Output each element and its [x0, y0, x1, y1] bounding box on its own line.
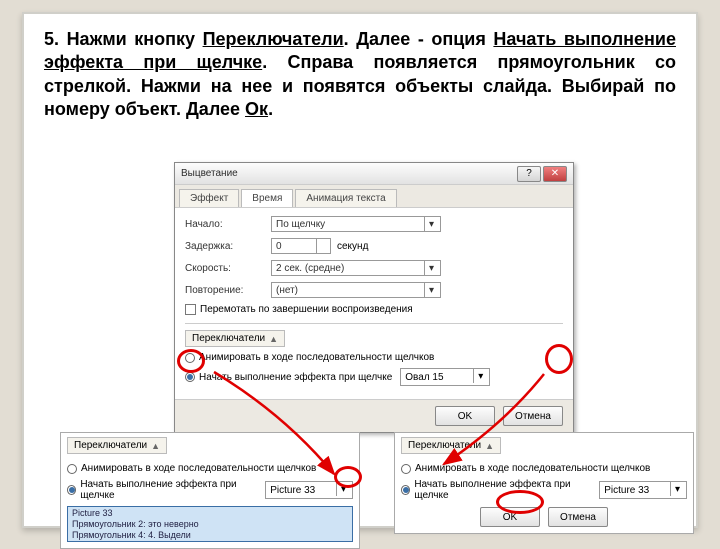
trigger-target-combo[interactable]: Овал 15 ▾	[400, 368, 490, 386]
speed-label: Скорость:	[185, 263, 265, 274]
radio-start-on-click[interactable]: Начать выполнение эффекта при щелчке Pic…	[67, 479, 353, 501]
radio-animate-sequence[interactable]: Анимировать в ходе последовательности ще…	[401, 463, 687, 474]
cancel-button[interactable]: Отмена	[503, 406, 563, 426]
rewind-checkbox-row[interactable]: Перемотать по завершении воспроизведения	[185, 304, 563, 315]
radio-icon	[185, 372, 195, 382]
triggers-snippet-right: Переключатели ▲ Анимировать в ходе после…	[394, 432, 694, 534]
chevron-down-icon: ▾	[424, 283, 438, 297]
repeat-label: Повторение:	[185, 285, 265, 296]
chevron-down-icon: ▾	[473, 369, 487, 383]
checkbox-icon[interactable]	[185, 304, 196, 315]
spinner-buttons-icon	[316, 239, 330, 253]
delay-label: Задержка:	[185, 241, 265, 252]
radio-start-on-click[interactable]: Начать выполнение эффекта при щелчке Ова…	[185, 368, 563, 386]
collapse-icon: ▲	[151, 441, 160, 451]
start-label: Начало:	[185, 219, 265, 230]
radio-icon	[401, 464, 411, 474]
dialog-body: Начало: По щелчку ▾ Задержка: 0 секунд С…	[175, 208, 573, 399]
dialog-titlebar[interactable]: Выцветание ? ✕	[175, 163, 573, 185]
dialog-title: Выцветание	[181, 168, 517, 179]
triggers-button[interactable]: Переключатели ▲	[67, 437, 167, 454]
chevron-down-icon: ▾	[336, 482, 350, 496]
radio-icon	[401, 485, 410, 495]
rewind-label: Перемотать по завершении воспроизведения	[200, 304, 413, 315]
list-item[interactable]: Прямоугольник 4: 4. Выдели	[72, 530, 348, 541]
trigger-target-combo[interactable]: Picture 33 ▾	[599, 481, 687, 499]
tab-text-animation[interactable]: Анимация текста	[295, 189, 396, 207]
radio-start-on-click[interactable]: Начать выполнение эффекта при щелчке Pic…	[401, 479, 687, 501]
delay-unit: секунд	[337, 241, 368, 252]
radio-animate-sequence[interactable]: Анимировать в ходе последовательности ще…	[67, 463, 353, 474]
cancel-button[interactable]: Отмена	[548, 507, 608, 527]
tab-strip: Эффект Время Анимация текста	[175, 185, 573, 208]
radio-animate-sequence[interactable]: Анимировать в ходе последовательности ще…	[185, 352, 563, 363]
ok-button[interactable]: OK	[435, 406, 495, 426]
collapse-icon: ▲	[485, 441, 494, 451]
close-button[interactable]: ✕	[543, 166, 567, 182]
list-item[interactable]: Прямоугольник 2: это неверно	[72, 519, 348, 530]
ok-button[interactable]: OK	[480, 507, 540, 527]
chevron-down-icon: ▾	[424, 261, 438, 275]
triggers-snippet-left: Переключатели ▲ Анимировать в ходе после…	[60, 432, 360, 549]
repeat-combo[interactable]: (нет) ▾	[271, 282, 441, 298]
radio-icon	[185, 353, 195, 363]
tab-timing[interactable]: Время	[241, 189, 293, 207]
triggers-button[interactable]: Переключатели ▲	[401, 437, 501, 454]
start-combo[interactable]: По щелчку ▾	[271, 216, 441, 232]
instruction-text: 5. Нажми кнопку Переключатели. Далее - о…	[24, 14, 696, 132]
step-number: 5.	[44, 29, 59, 49]
triggers-button[interactable]: Переключатели ▲	[185, 330, 285, 347]
effect-dialog: Выцветание ? ✕ Эффект Время Анимация тек…	[174, 162, 574, 433]
delay-spinner[interactable]: 0	[271, 238, 331, 254]
help-button[interactable]: ?	[517, 166, 541, 182]
chevron-down-icon: ▾	[424, 217, 438, 231]
slide-card: 5. Нажми кнопку Переключатели. Далее - о…	[22, 12, 698, 528]
list-item[interactable]: Picture 33	[72, 508, 348, 519]
collapse-icon: ▲	[269, 334, 278, 344]
dropdown-list[interactable]: Picture 33 Прямоугольник 2: это неверно …	[67, 506, 353, 542]
tab-effect[interactable]: Эффект	[179, 189, 239, 207]
radio-icon	[67, 485, 76, 495]
speed-combo[interactable]: 2 сек. (средне) ▾	[271, 260, 441, 276]
triggers-section: Переключатели ▲ Анимировать в ходе после…	[185, 323, 563, 386]
dialog-button-row: OK Отмена	[175, 399, 573, 432]
trigger-target-combo[interactable]: Picture 33 ▾	[265, 481, 353, 499]
radio-icon	[67, 464, 77, 474]
chevron-down-icon: ▾	[670, 482, 684, 496]
